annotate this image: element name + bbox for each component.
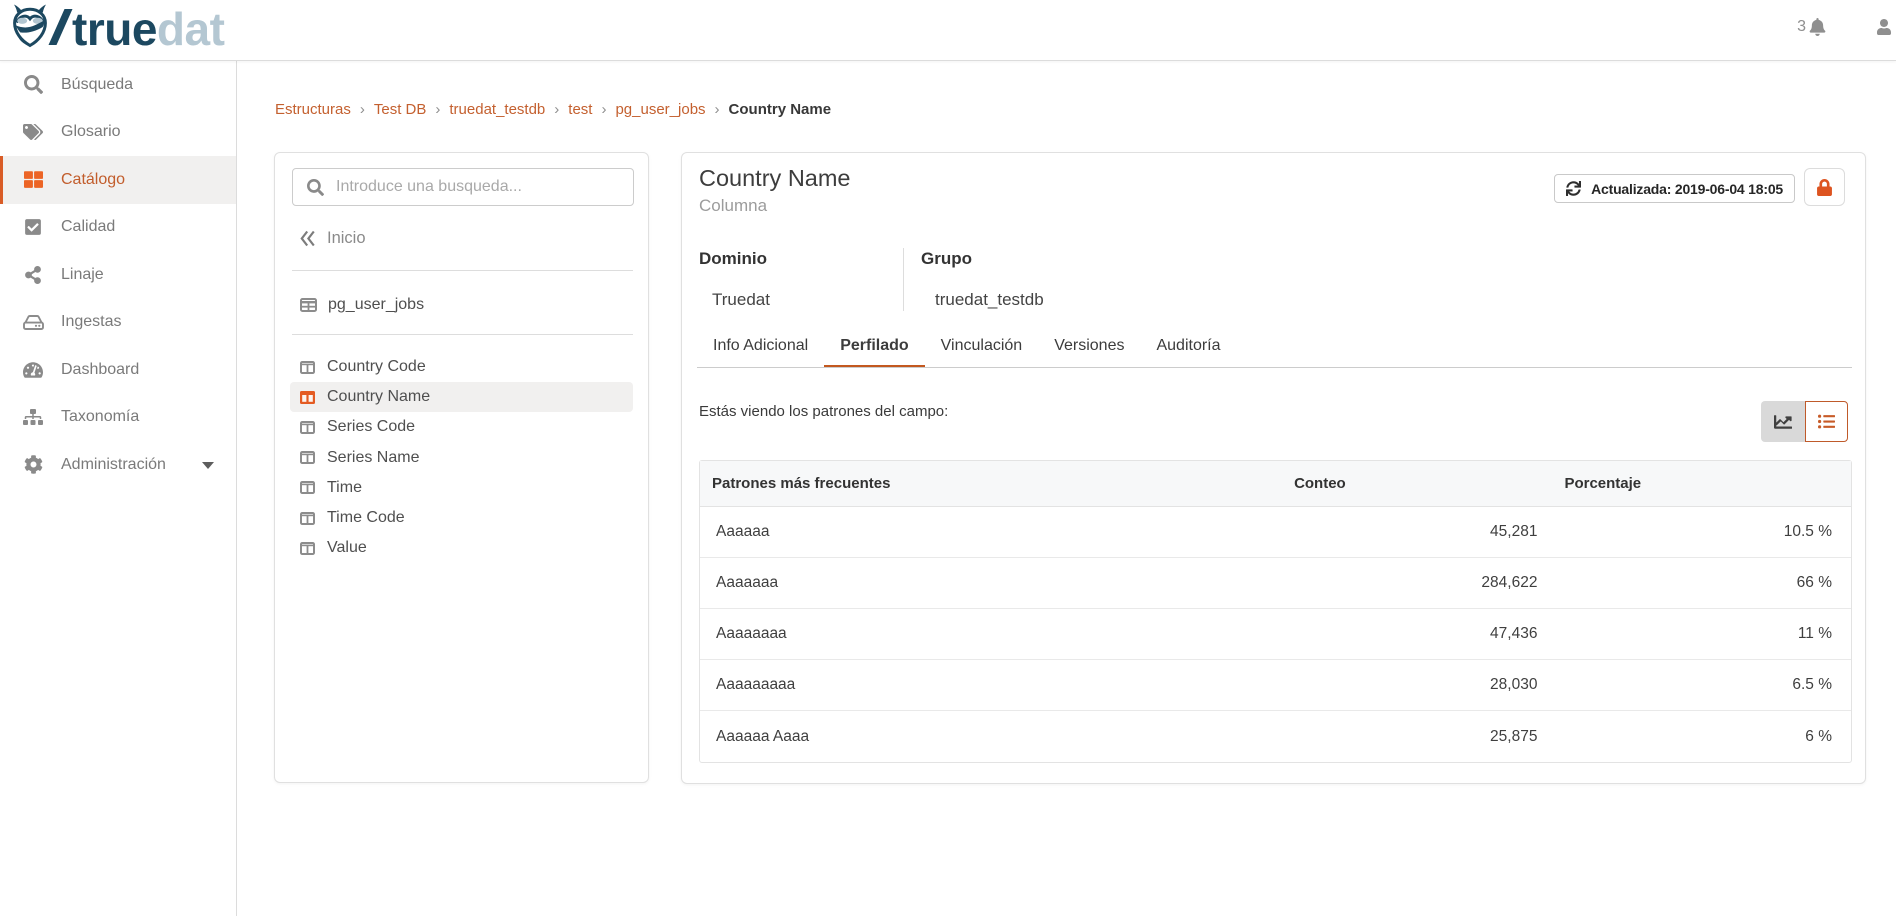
- svg-text:truedat: truedat: [72, 3, 225, 55]
